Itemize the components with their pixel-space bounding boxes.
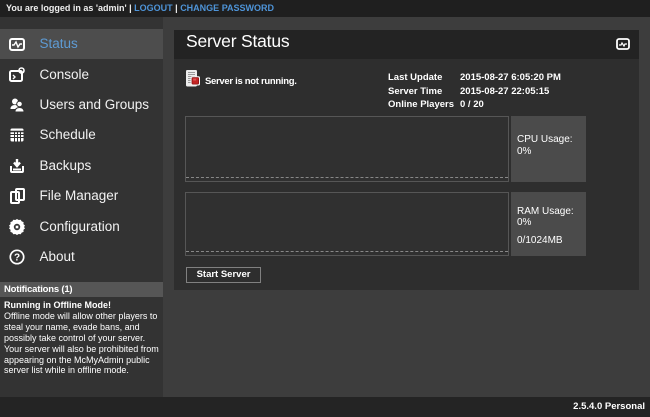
svg-text:?: ? bbox=[14, 252, 20, 263]
